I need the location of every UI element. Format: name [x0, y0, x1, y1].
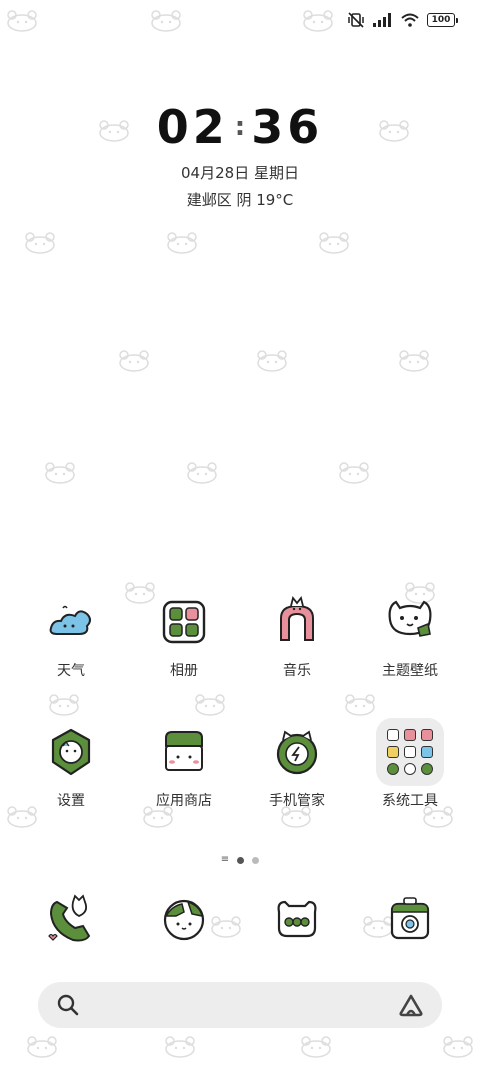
- bear-wallpaper-icon: [399, 350, 429, 372]
- search-icon: [57, 994, 79, 1016]
- settings-icon: [51, 728, 91, 776]
- security-icon: [276, 730, 318, 775]
- battery-level: 100: [427, 13, 455, 27]
- bear-wallpaper-icon: [151, 10, 181, 32]
- date-text: 04月28日 星期日: [181, 164, 299, 182]
- bear-wallpaper-icon: [27, 1036, 57, 1058]
- clock-time: 02 : 36: [157, 100, 323, 154]
- bear-wallpaper-icon: [25, 232, 55, 254]
- bear-wallpaper-icon: [443, 1036, 473, 1058]
- page-dot-active: [237, 856, 245, 864]
- bear-wallpaper-icon: [303, 10, 333, 32]
- battery-icon: 100: [427, 13, 458, 27]
- bear-wallpaper-icon: [7, 10, 37, 32]
- browser-icon[interactable]: [156, 892, 212, 948]
- bear-wallpaper-icon: [167, 232, 197, 254]
- app-label: 音乐: [283, 663, 311, 679]
- bear-wallpaper-icon: [187, 462, 217, 484]
- app-store-icon: [165, 731, 203, 771]
- app-gallery[interactable]: 相册: [134, 594, 234, 680]
- app-label: 手机管家: [269, 793, 325, 809]
- bear-wallpaper-icon: [165, 1036, 195, 1058]
- page-dot: [252, 856, 260, 864]
- app-label: 设置: [57, 793, 85, 809]
- bear-wallpaper-icon: [211, 916, 241, 938]
- app-drawer-icon: ≡: [220, 854, 230, 865]
- assistant-icon[interactable]: [398, 993, 424, 1017]
- bear-wallpaper-icon: [49, 694, 79, 716]
- clock-separator: :: [234, 112, 246, 142]
- bear-wallpaper-icon: [45, 462, 75, 484]
- music-icon: [280, 596, 314, 641]
- signal-icon: [373, 13, 391, 27]
- page-indicator[interactable]: ≡: [0, 855, 480, 865]
- bear-wallpaper-icon: [301, 1036, 331, 1058]
- bear-wallpaper-icon: [257, 350, 287, 372]
- bear-wallpaper-icon: [339, 462, 369, 484]
- bear-wallpaper-icon: [119, 350, 149, 372]
- app-themes[interactable]: 主题壁纸: [360, 594, 460, 680]
- gallery-icon: [162, 600, 206, 644]
- phone-icon[interactable]: [43, 892, 99, 948]
- weather-text: 建邺区 阴 19°C: [186, 191, 294, 209]
- app-security[interactable]: 手机管家: [247, 724, 347, 810]
- wifi-icon: [401, 13, 419, 27]
- app-settings[interactable]: 设置: [21, 724, 121, 810]
- app-music[interactable]: 音乐: [247, 594, 347, 680]
- app-label: 系统工具: [382, 793, 438, 809]
- app-store[interactable]: 应用商店: [134, 724, 234, 810]
- mute-vibrate-icon: [348, 12, 364, 28]
- clock-widget[interactable]: 02 : 36 04月28日 星期日 建邺区 阴 19°C: [0, 100, 480, 210]
- bear-wallpaper-icon: [345, 694, 375, 716]
- clock-hours: 02: [156, 100, 229, 154]
- camera-icon[interactable]: [382, 892, 438, 948]
- bear-wallpaper-icon: [319, 232, 349, 254]
- folder-icon: [376, 718, 444, 786]
- search-bar[interactable]: [38, 982, 442, 1028]
- bear-wallpaper-icon: [195, 694, 225, 716]
- messages-icon[interactable]: [269, 892, 325, 948]
- weather-icon: [49, 605, 91, 635]
- status-bar: 100: [347, 8, 458, 32]
- clock-minutes: 36: [251, 100, 324, 154]
- app-label: 相册: [170, 663, 198, 679]
- app-weather[interactable]: 天气: [21, 594, 121, 680]
- app-label: 应用商店: [156, 793, 212, 809]
- themes-icon: [388, 600, 432, 637]
- app-label: 天气: [57, 663, 85, 679]
- app-label: 主题壁纸: [382, 663, 438, 679]
- app-system-tools-folder[interactable]: 系统工具: [360, 718, 460, 810]
